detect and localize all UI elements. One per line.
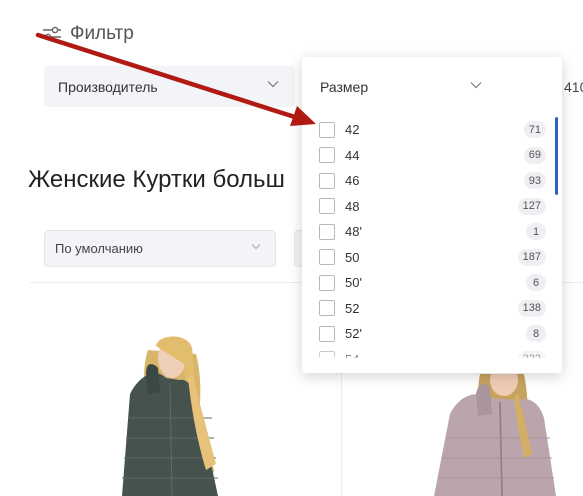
size-option[interactable]: 50 187 bbox=[319, 245, 547, 271]
size-label: 44 bbox=[345, 147, 360, 163]
size-count-badge: 187 bbox=[517, 248, 546, 266]
size-option[interactable]: 48' 1 bbox=[319, 219, 547, 245]
size-count-badge: 6 bbox=[526, 274, 546, 291]
size-label: 50' bbox=[345, 275, 362, 291]
chevron-down-icon bbox=[251, 244, 261, 250]
size-checkbox[interactable] bbox=[319, 274, 335, 291]
size-option[interactable]: 44 69 bbox=[319, 143, 547, 169]
size-checkbox[interactable] bbox=[319, 249, 335, 266]
size-option[interactable]: 50' 6 bbox=[319, 270, 547, 296]
size-option[interactable]: 52' 8 bbox=[319, 321, 547, 347]
chevron-down-icon[interactable] bbox=[470, 81, 482, 89]
size-count-badge: 8 bbox=[526, 325, 546, 342]
size-filter-title[interactable]: Размер bbox=[320, 79, 368, 95]
filter-title: Фильтр bbox=[70, 23, 134, 44]
page-title: Женские Куртки больш bbox=[28, 166, 285, 193]
size-label: 52 bbox=[345, 300, 360, 316]
size-checkbox[interactable] bbox=[319, 300, 335, 317]
size-checkbox[interactable] bbox=[319, 223, 335, 240]
scrollbar[interactable] bbox=[555, 117, 558, 195]
size-option[interactable]: 52 138 bbox=[319, 296, 547, 322]
scroll-fade bbox=[302, 351, 562, 373]
sort-select-label: По умолчанию bbox=[55, 241, 143, 256]
size-count-badge: 138 bbox=[517, 299, 546, 317]
filter-heading[interactable]: Фильтр bbox=[42, 23, 134, 45]
size-count-badge: 71 bbox=[523, 121, 546, 138]
size-label: 52' bbox=[345, 326, 362, 342]
size-label: 50 bbox=[345, 249, 360, 265]
manufacturer-select-label: Производитель bbox=[58, 78, 158, 95]
size-options-list[interactable]: 42 71 44 69 46 93 48 127 48' 1 50 187 50… bbox=[319, 117, 547, 358]
sort-select[interactable]: По умолчанию bbox=[44, 230, 276, 267]
sliders-icon bbox=[43, 26, 61, 41]
product-image[interactable] bbox=[100, 334, 260, 496]
size-label: 46 bbox=[345, 173, 360, 189]
size-checkbox[interactable] bbox=[319, 198, 335, 215]
price-filter-partial[interactable]: 410 bbox=[564, 79, 583, 95]
size-option[interactable]: 48 127 bbox=[319, 194, 547, 220]
size-checkbox[interactable] bbox=[319, 147, 335, 164]
size-checkbox[interactable] bbox=[319, 121, 335, 138]
size-count-badge: 1 bbox=[526, 223, 546, 240]
manufacturer-select[interactable]: Производитель bbox=[44, 66, 295, 107]
size-count-badge: 127 bbox=[517, 197, 546, 215]
size-label: 48' bbox=[345, 224, 362, 240]
size-checkbox[interactable] bbox=[319, 325, 335, 342]
size-label: 42 bbox=[345, 122, 360, 138]
size-count-badge: 69 bbox=[523, 146, 546, 164]
size-option[interactable]: 46 93 bbox=[319, 168, 547, 194]
size-label: 48 bbox=[345, 198, 360, 214]
size-option[interactable]: 42 71 bbox=[319, 117, 547, 143]
product-image[interactable] bbox=[420, 374, 560, 496]
size-checkbox[interactable] bbox=[319, 172, 335, 189]
size-count-badge: 93 bbox=[523, 172, 546, 189]
chevron-down-icon bbox=[267, 81, 279, 88]
size-filter-dropdown[interactable]: Размер 42 71 44 69 46 93 48 127 48' 1 50… bbox=[302, 57, 562, 373]
